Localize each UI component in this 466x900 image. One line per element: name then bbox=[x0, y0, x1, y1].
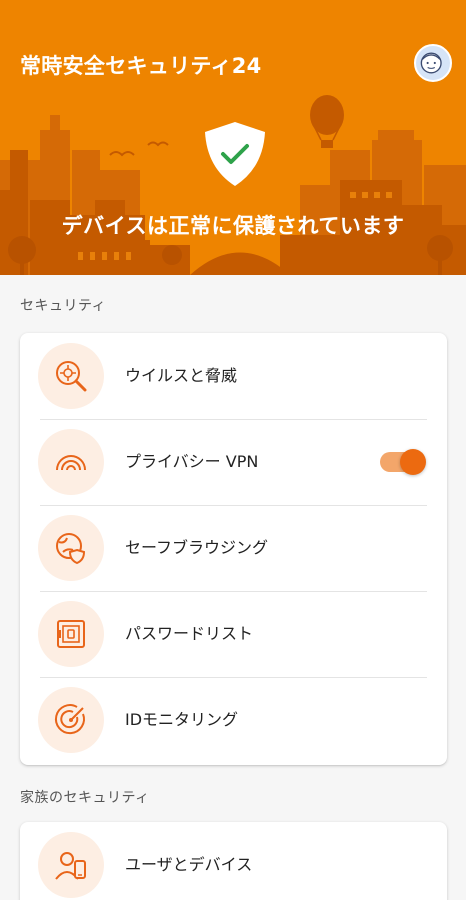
list-item-label: セーフブラウジング bbox=[125, 538, 269, 557]
list-item-password-list[interactable]: パスワードリスト bbox=[20, 591, 447, 677]
vpn-toggle-switch[interactable] bbox=[380, 449, 426, 475]
list-item-privacy-vpn[interactable]: プライバシー VPN bbox=[20, 419, 447, 505]
app-title: 常時安全セキュリティ24 bbox=[20, 54, 262, 78]
password-safe-icon bbox=[38, 601, 104, 667]
header-banner: 常時安全セキュリティ24 デバイスは正常に保護されています bbox=[0, 0, 466, 275]
family-card: ユーザとデバイス bbox=[20, 822, 447, 900]
user-face-icon bbox=[420, 52, 442, 74]
list-item-label: パスワードリスト bbox=[125, 624, 254, 643]
security-card: ウイルスと脅威 プライバシー VPN セーフブラウジング パスワードリスト ID… bbox=[20, 333, 447, 765]
list-item-label: ウイルスと脅威 bbox=[125, 366, 238, 385]
list-item-id-monitoring[interactable]: IDモニタリング bbox=[20, 677, 447, 763]
list-item-label: IDモニタリング bbox=[125, 710, 239, 729]
list-item-users-devices[interactable]: ユーザとデバイス bbox=[20, 822, 447, 900]
avatar-button[interactable] bbox=[414, 44, 452, 82]
list-item-label: ユーザとデバイス bbox=[125, 855, 253, 874]
virus-magnifier-icon bbox=[38, 343, 104, 409]
list-item-virus-threats[interactable]: ウイルスと脅威 bbox=[20, 333, 447, 419]
radar-icon bbox=[38, 687, 104, 753]
shield-check-icon bbox=[205, 122, 265, 186]
user-device-icon bbox=[38, 832, 104, 898]
toggle-knob bbox=[400, 449, 426, 475]
list-item-label: プライバシー VPN bbox=[125, 452, 259, 471]
globe-shield-icon bbox=[38, 515, 104, 581]
protection-status-text: デバイスは正常に保護されています bbox=[61, 214, 405, 238]
vpn-signal-icon bbox=[38, 429, 104, 495]
section-label-security: セキュリティ bbox=[20, 298, 107, 314]
section-label-family: 家族のセキュリティ bbox=[20, 790, 150, 806]
list-item-safe-browsing[interactable]: セーフブラウジング bbox=[20, 505, 447, 591]
